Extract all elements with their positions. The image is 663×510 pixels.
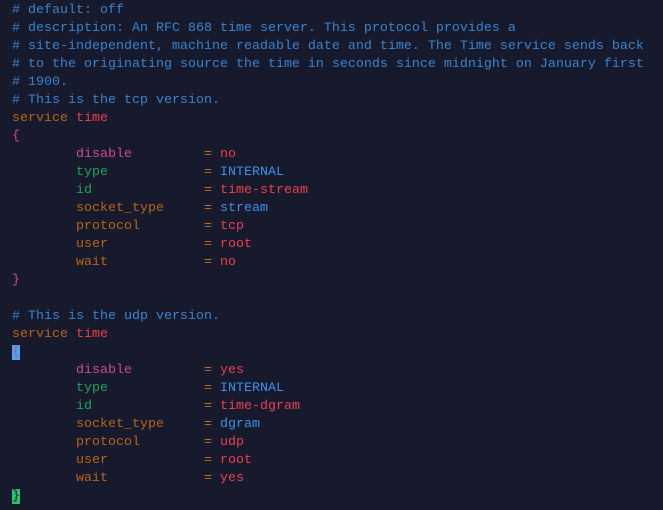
code-token: # default: off: [12, 3, 124, 18]
code-line[interactable]: wait = no: [12, 254, 644, 272]
code-line[interactable]: disable = no: [12, 146, 644, 164]
code-token: =: [203, 471, 220, 486]
code-token: time-dgram: [219, 399, 300, 414]
code-token: root: [219, 237, 252, 252]
code-line[interactable]: user = root: [12, 452, 644, 470]
code-line[interactable]: id = time-stream: [12, 182, 644, 200]
code-token: service: [12, 327, 76, 342]
code-line[interactable]: }: [12, 488, 644, 506]
code-token: =: [203, 201, 220, 216]
code-token: id: [12, 399, 204, 414]
code-line[interactable]: {: [12, 128, 644, 146]
code-token: stream: [219, 201, 268, 216]
text-cursor: }: [12, 489, 20, 504]
code-token: udp: [219, 435, 244, 450]
code-line[interactable]: socket_type = stream: [12, 200, 644, 218]
code-token: id: [12, 183, 204, 198]
code-token: =: [203, 417, 220, 432]
code-token: tcp: [219, 219, 244, 234]
code-token: no: [219, 255, 236, 270]
code-token: wait: [12, 471, 204, 486]
code-line[interactable]: # 1900.: [12, 74, 644, 92]
code-token: service: [12, 111, 76, 126]
code-token: =: [203, 237, 220, 252]
code-token: INTERNAL: [219, 381, 284, 396]
code-token: disable: [12, 147, 204, 162]
code-line[interactable]: type = INTERNAL: [12, 164, 644, 182]
code-token: =: [203, 219, 220, 234]
code-token: =: [203, 399, 220, 414]
code-token: protocol: [12, 219, 204, 234]
code-token: # This is the udp version.: [12, 309, 220, 324]
code-token: }: [12, 273, 20, 288]
code-token: # site-independent, machine readable dat…: [12, 39, 644, 54]
code-token: # 1900.: [12, 75, 68, 90]
code-line[interactable]: service time: [12, 110, 644, 128]
code-token: # description: An RFC 868 time server. T…: [12, 21, 516, 36]
code-token: no: [219, 147, 236, 162]
code-token: =: [203, 435, 220, 450]
code-token: # This is the tcp version.: [12, 93, 220, 108]
code-token: disable: [12, 363, 204, 378]
code-line[interactable]: # to the originating source the time in …: [12, 56, 644, 74]
code-line[interactable]: # description: An RFC 868 time server. T…: [12, 20, 644, 38]
code-line[interactable]: {: [12, 344, 644, 362]
code-token: wait: [12, 255, 204, 270]
code-token: protocol: [12, 435, 204, 450]
code-line[interactable]: user = root: [12, 236, 644, 254]
code-token: =: [203, 453, 220, 468]
code-line[interactable]: wait = yes: [12, 470, 644, 488]
code-token: type: [12, 381, 204, 396]
code-token: time-stream: [219, 183, 308, 198]
code-token: type: [12, 165, 204, 180]
code-line[interactable]: }: [12, 272, 644, 290]
code-line[interactable]: service time: [12, 326, 644, 344]
code-token: =: [203, 147, 220, 162]
code-token: root: [219, 453, 252, 468]
code-token: =: [203, 363, 220, 378]
code-token: =: [203, 183, 220, 198]
code-token: =: [203, 381, 220, 396]
code-token: time: [76, 327, 108, 342]
code-line[interactable]: protocol = udp: [12, 434, 644, 452]
code-token: yes: [219, 363, 244, 378]
code-line[interactable]: [12, 290, 644, 308]
code-line[interactable]: disable = yes: [12, 362, 644, 380]
code-editor[interactable]: # default: off # description: An RFC 868 …: [12, 2, 644, 506]
code-token: socket_type: [12, 417, 204, 432]
code-line[interactable]: id = time-dgram: [12, 398, 644, 416]
code-line[interactable]: # site-independent, machine readable dat…: [12, 38, 644, 56]
code-token: INTERNAL: [219, 165, 284, 180]
code-token: user: [12, 453, 204, 468]
code-token: user: [12, 237, 204, 252]
code-line[interactable]: protocol = tcp: [12, 218, 644, 236]
code-token: {: [12, 129, 20, 144]
code-token: socket_type: [12, 201, 204, 216]
code-token: # to the originating source the time in …: [12, 57, 644, 72]
code-token: time: [76, 111, 108, 126]
code-line[interactable]: # This is the tcp version.: [12, 92, 644, 110]
code-line[interactable]: # default: off: [12, 2, 644, 20]
code-line[interactable]: socket_type = dgram: [12, 416, 644, 434]
text-cursor: {: [12, 345, 20, 360]
code-token: =: [203, 165, 220, 180]
code-token: dgram: [219, 417, 260, 432]
code-line[interactable]: # This is the udp version.: [12, 308, 644, 326]
code-line[interactable]: type = INTERNAL: [12, 380, 644, 398]
code-token: yes: [219, 471, 244, 486]
code-token: =: [203, 255, 220, 270]
